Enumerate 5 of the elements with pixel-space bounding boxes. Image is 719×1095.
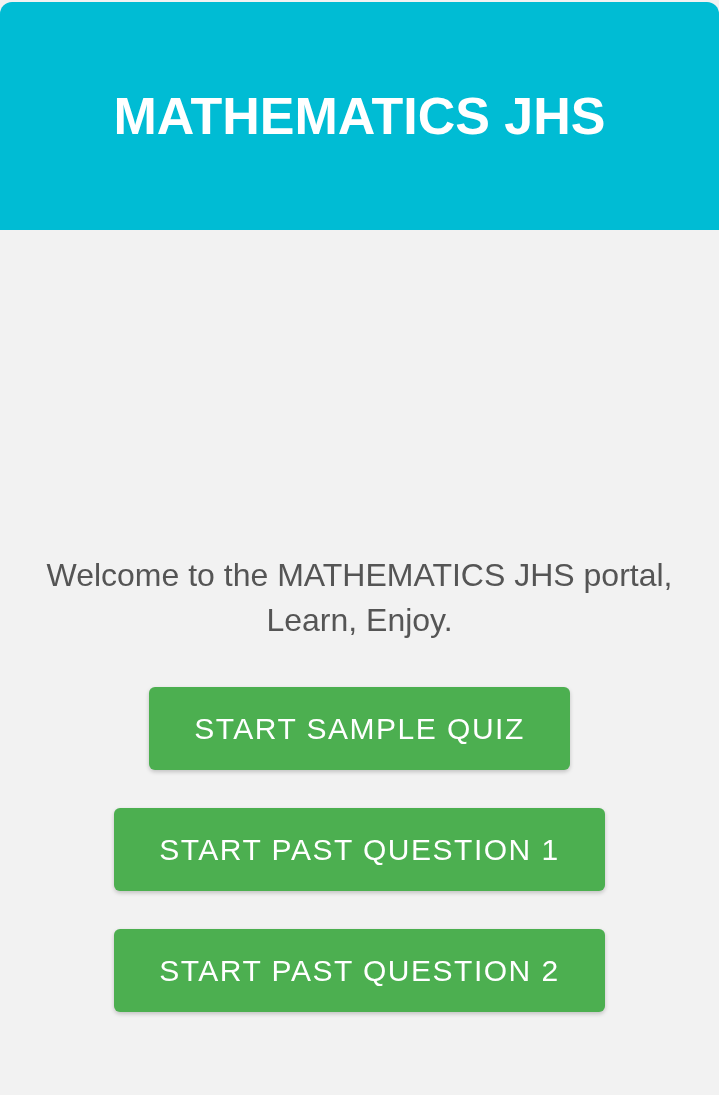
welcome-text: Welcome to the MATHEMATICS JHS portal, Learn, Enjoy. — [45, 556, 674, 640]
app-title: MATHEMATICS JHS — [113, 86, 606, 146]
start-button[interactable]: START PAST QUESTION 2 — [114, 929, 605, 1012]
start-button[interactable]: START PAST QUESTION 1 — [114, 808, 605, 891]
start-button[interactable]: START SAMPLE QUIZ — [149, 687, 570, 770]
